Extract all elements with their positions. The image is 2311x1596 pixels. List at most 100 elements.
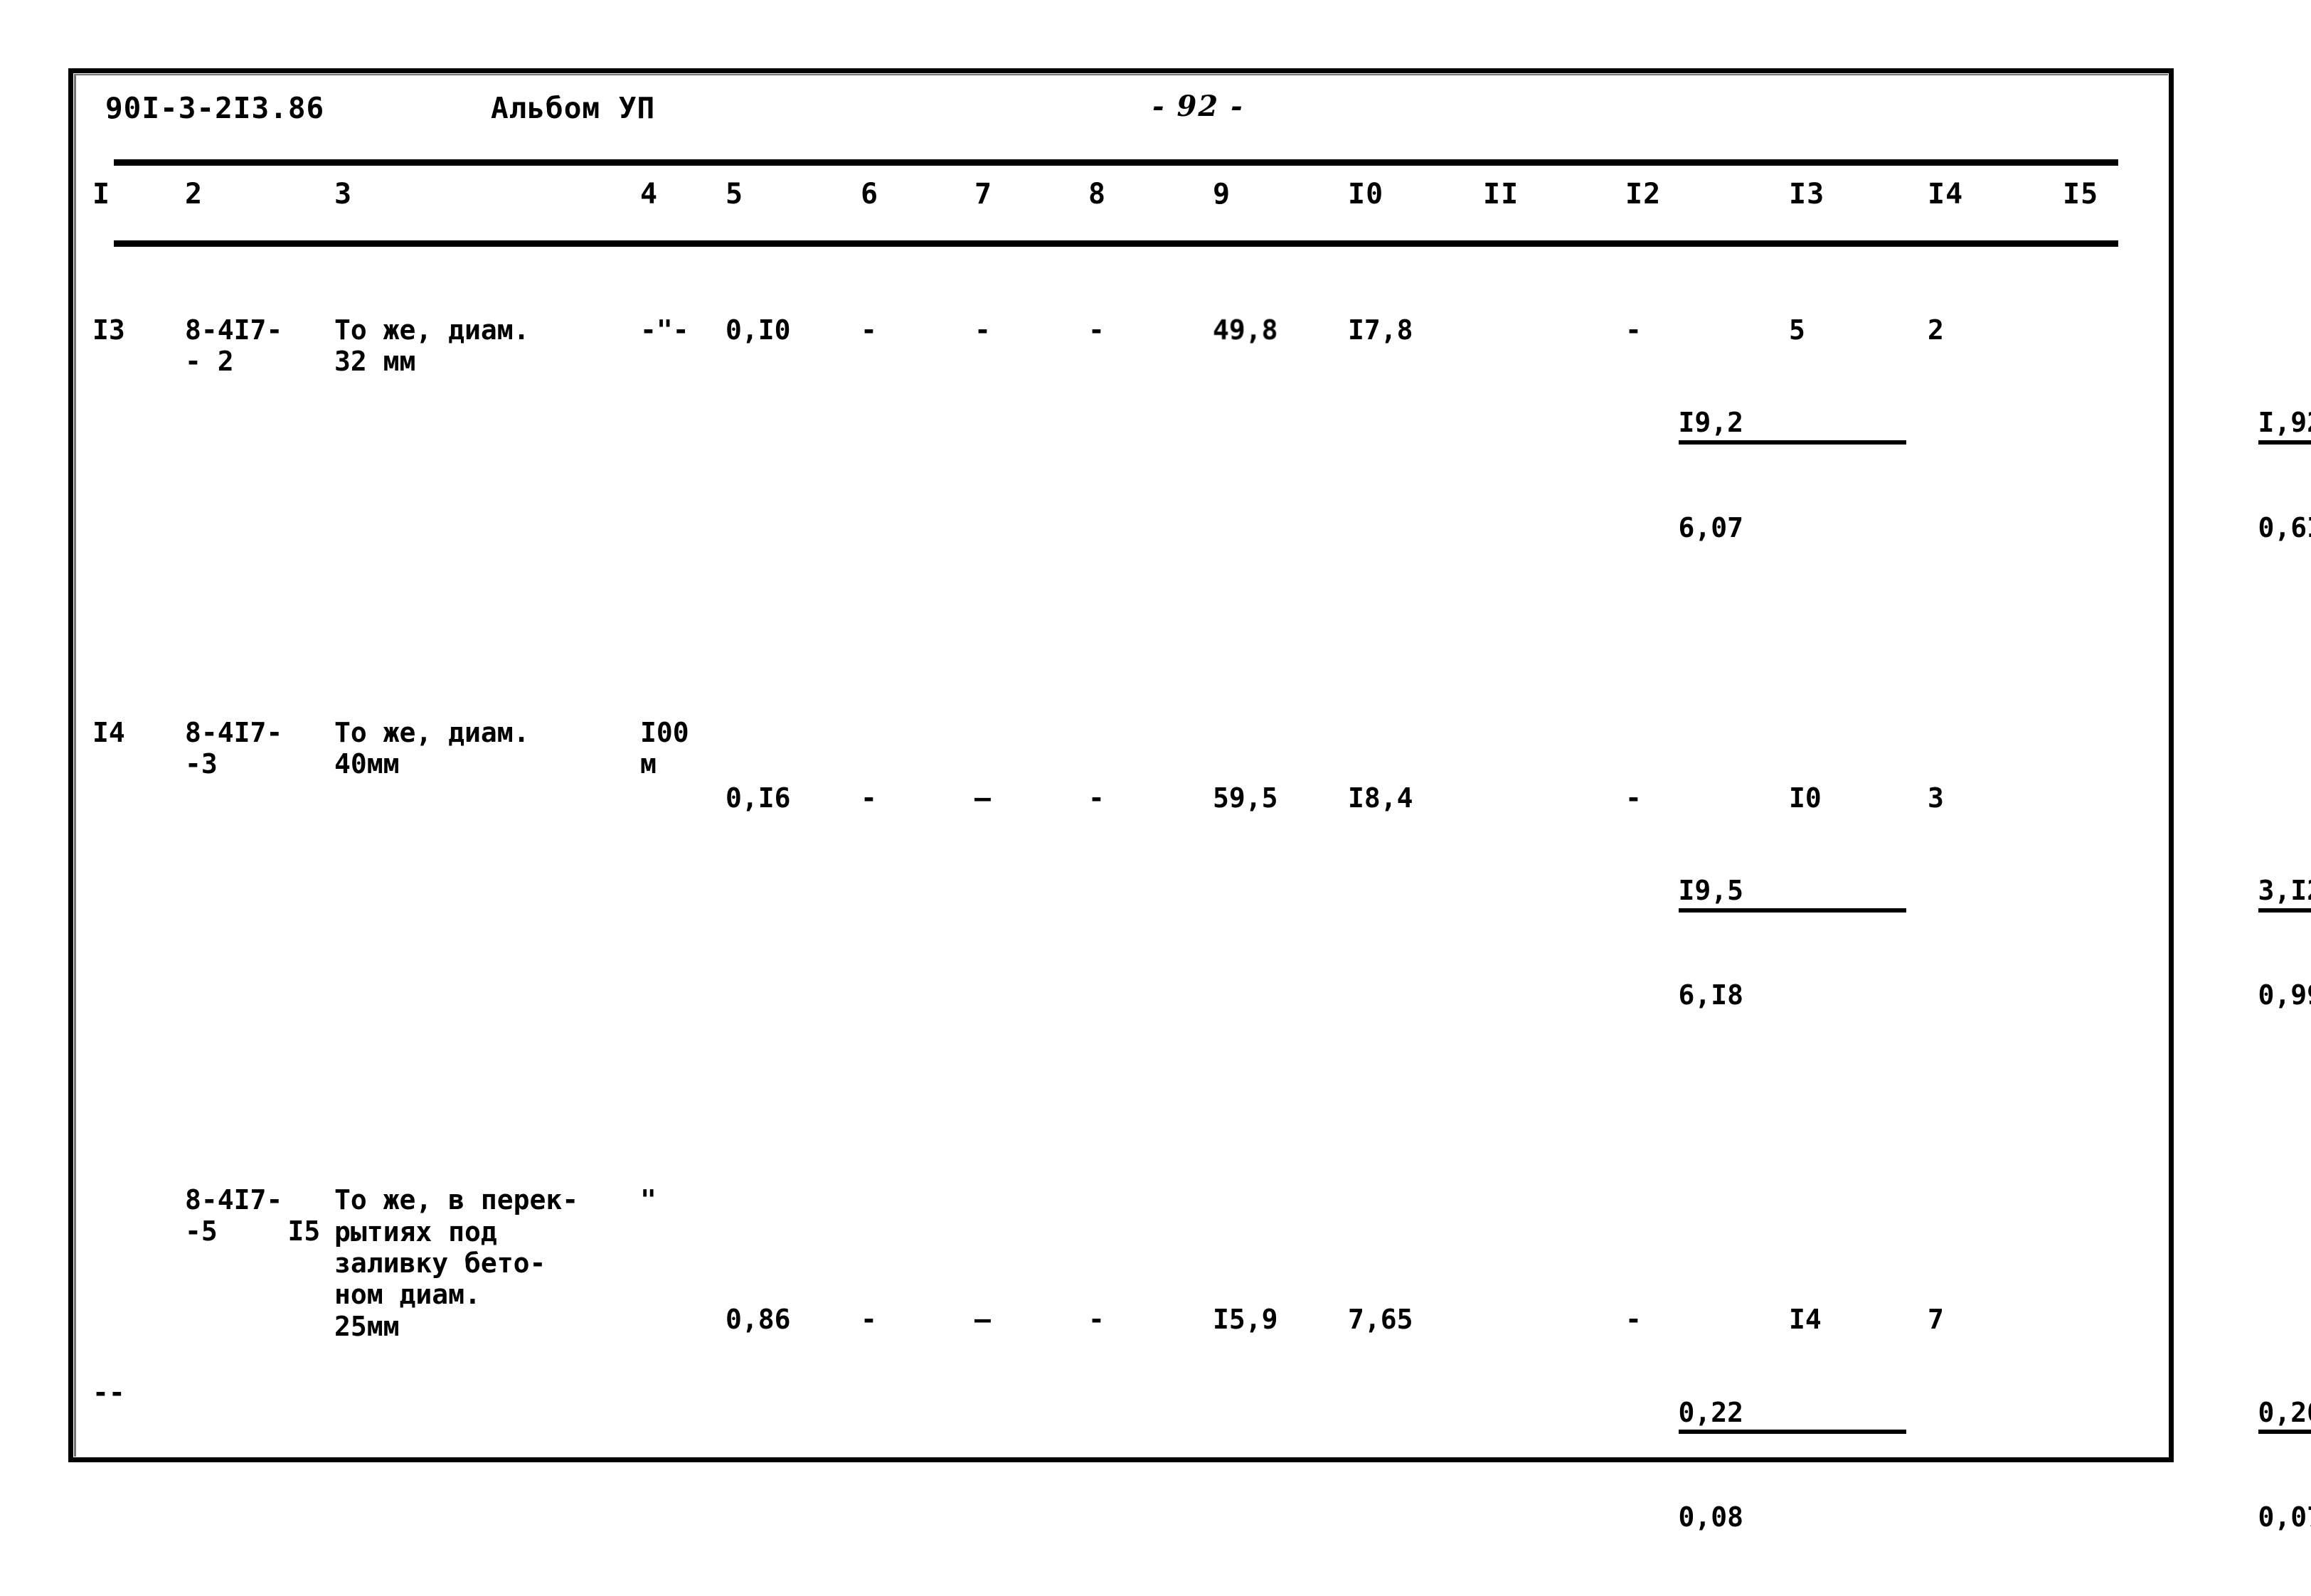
column-header-label: I3 bbox=[1789, 178, 1825, 211]
cell-col11-fraction: 0,22 0,08 bbox=[1483, 1184, 1906, 1596]
cell-col8: - bbox=[1088, 717, 1213, 1105]
column-header-2: 2 bbox=[185, 169, 334, 235]
column-header-10: I0 bbox=[1348, 169, 1483, 235]
column-header-1: I bbox=[92, 169, 185, 235]
value: - bbox=[1625, 1304, 1642, 1336]
description-text: То же, диам. 32 мм bbox=[334, 314, 530, 378]
value: 3 bbox=[1928, 782, 1944, 814]
column-header-label: I0 bbox=[1348, 178, 1384, 211]
position-number: I3 bbox=[92, 314, 125, 346]
specification-table: I 2 3 4 5 6 7 8 9 I0 II I2 I3 I4 I5 I3 8… bbox=[92, 169, 2311, 1596]
cell-description: То же, диам. 32 мм bbox=[334, 314, 640, 637]
value: — bbox=[974, 782, 991, 814]
cell-quantity: 0,86 bbox=[726, 1184, 861, 1596]
column-header-4: 4 bbox=[640, 169, 726, 235]
fraction-numerator: I9,5 bbox=[1678, 875, 1906, 913]
cell-col6: - bbox=[861, 1184, 974, 1596]
value: 5 bbox=[1789, 314, 1805, 346]
cell-col9: 49,8 bbox=[1213, 314, 1348, 637]
value: - bbox=[1625, 314, 1642, 346]
value: I5,9 bbox=[1213, 1304, 1278, 1336]
page-content: 90I-3-2I3.86 Альбом УП - 92 - I 2 3 4 5 … bbox=[92, 85, 2311, 1533]
scanned-page: 90I-3-2I3.86 Альбом УП - 92 - I 2 3 4 5 … bbox=[0, 0, 2311, 1596]
fraction-denominator: 0,07 bbox=[2258, 1501, 2311, 1533]
column-header-label: 2 bbox=[185, 178, 203, 211]
table-row: I5 -- 8-4I7- -5 То же, в перек- рытиях п… bbox=[92, 1184, 2311, 1596]
cell-unit: " bbox=[640, 1184, 726, 1596]
column-header-14: I4 bbox=[1928, 169, 2063, 235]
table-body: I3 8-4I7- - 2 То же, диам. 32 мм -"- 0,I… bbox=[92, 235, 2311, 1596]
cell-col14: 7 bbox=[1928, 1184, 2063, 1596]
description-text: То же, в перек- рытиях под заливку бето-… bbox=[334, 1184, 579, 1342]
fraction-numerator: 0,22 bbox=[1678, 1397, 1906, 1435]
fraction-denominator: 6,07 bbox=[1678, 511, 1744, 543]
fraction-denominator: 6,I8 bbox=[1678, 979, 1744, 1011]
cell-col6: - bbox=[861, 717, 974, 1105]
fraction-denominator: 0,6I bbox=[2258, 511, 2311, 543]
column-header-7: 7 bbox=[974, 169, 1088, 235]
cell-unit: -"- bbox=[640, 314, 726, 637]
value: 59,5 bbox=[1213, 782, 1278, 814]
continuation-dash: -- bbox=[92, 1376, 125, 1408]
column-header-3: 3 bbox=[334, 169, 640, 235]
cell-quantity: 0,I0 bbox=[726, 314, 861, 637]
cell-position-number: I5 -- bbox=[92, 1184, 320, 1596]
cell-col11-fraction: I9,5 6,I8 bbox=[1483, 717, 1906, 1105]
cell-col7: - bbox=[974, 314, 1088, 637]
cell-col10: I7,8 bbox=[1348, 314, 1483, 637]
value: - bbox=[861, 1304, 877, 1336]
column-header-8: 8 bbox=[1088, 169, 1213, 235]
fraction-numerator: I,92 bbox=[2258, 408, 2311, 445]
fraction-denominator: 0,99 bbox=[2258, 979, 2311, 1011]
column-header-6: 6 bbox=[861, 169, 974, 235]
cell-col9: I5,9 bbox=[1213, 1184, 1348, 1596]
unit-text: -"- bbox=[640, 314, 689, 346]
cell-col10: I8,4 bbox=[1348, 717, 1483, 1105]
value: I8,4 bbox=[1348, 782, 1413, 814]
cell-description: То же, в перек- рытиях под заливку бето-… bbox=[334, 1184, 640, 1596]
column-header-13: I3 bbox=[1789, 169, 1928, 235]
cell-col14: 3 bbox=[1928, 717, 2063, 1105]
value: - bbox=[1088, 782, 1105, 814]
cell-quantity: 0,I6 bbox=[726, 717, 861, 1105]
column-header-label: 3 bbox=[334, 178, 353, 211]
position-number: I4 bbox=[92, 716, 125, 748]
cell-col9: 59,5 bbox=[1213, 717, 1348, 1105]
norm-code: 8-4I7- - 2 bbox=[185, 314, 283, 378]
fraction-denominator: 0,08 bbox=[1678, 1501, 1744, 1533]
value: 7,65 bbox=[1348, 1304, 1413, 1336]
cell-col14: 2 bbox=[1928, 314, 2063, 637]
row-gap bbox=[92, 235, 2276, 314]
value: 0,I6 bbox=[726, 782, 791, 814]
cell-col15-fraction: 3,I2 0,99 bbox=[2063, 717, 2311, 1105]
column-header-label: 7 bbox=[974, 178, 993, 211]
page-header: 90I-3-2I3.86 Альбом УП - 92 - bbox=[92, 85, 2141, 141]
cell-norm-code: 8-4I7- -3 bbox=[185, 717, 334, 1105]
cell-norm-code: 8-4I7- - 2 bbox=[185, 314, 334, 637]
value: - bbox=[861, 782, 877, 814]
column-header-5: 5 bbox=[726, 169, 861, 235]
unit-text: " bbox=[640, 1184, 657, 1216]
value: 49,8 bbox=[1213, 314, 1278, 346]
fraction: 3,I2 0,99 bbox=[2258, 748, 2311, 1074]
column-header-label: 8 bbox=[1088, 178, 1107, 211]
position-number: I5 bbox=[287, 1215, 321, 1247]
cell-col10: 7,65 bbox=[1348, 1184, 1483, 1596]
fraction: 0,20 0,07 bbox=[2258, 1215, 2311, 1595]
page-number: - 92 - bbox=[1152, 90, 1244, 123]
column-header-label: II bbox=[1483, 178, 1519, 211]
column-header-9: 9 bbox=[1213, 169, 1348, 235]
cell-col15-fraction: I,92 0,6I bbox=[2063, 314, 2311, 637]
value: I7,8 bbox=[1348, 314, 1413, 346]
column-header-15: I5 bbox=[2063, 169, 2276, 235]
column-header-label: 6 bbox=[861, 178, 879, 211]
column-header-label: 5 bbox=[726, 178, 744, 211]
cell-col6: - bbox=[861, 314, 974, 637]
fraction-numerator: 0,20 bbox=[2258, 1397, 2311, 1435]
value: I4 bbox=[1789, 1304, 1822, 1336]
cell-col11-fraction: I9,2 6,07 bbox=[1483, 314, 1906, 637]
value: - bbox=[1625, 782, 1642, 814]
column-header-11: II bbox=[1483, 169, 1625, 235]
value: 0,86 bbox=[726, 1304, 791, 1336]
cell-description: То же, диам. 40мм bbox=[334, 717, 640, 1105]
